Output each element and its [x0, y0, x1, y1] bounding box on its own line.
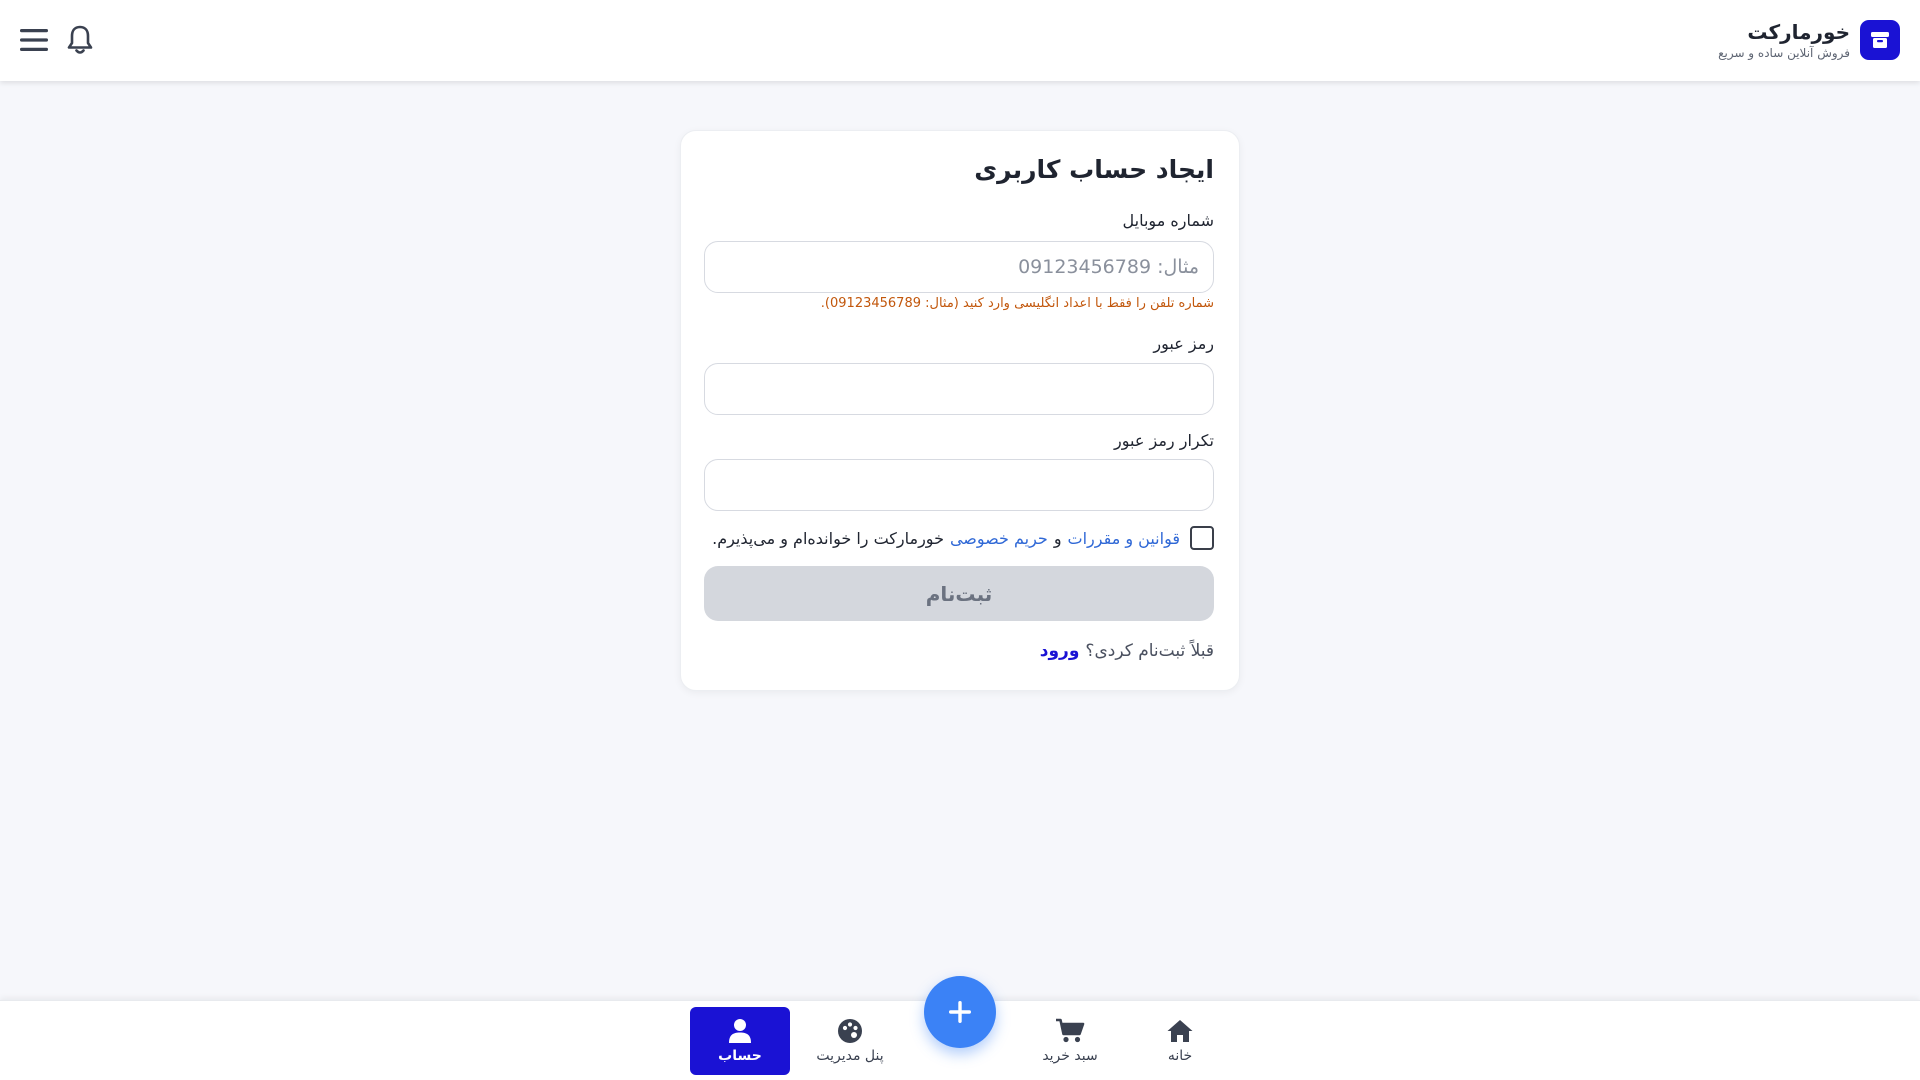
login-prompt-row: قبلاً ثبت‌نام کردی؟ ورود — [1040, 641, 1214, 661]
brand[interactable]: خورمارکت فروش آنلاین ساده و سریع — [1718, 19, 1900, 61]
terms-checkbox[interactable] — [1190, 526, 1214, 550]
top-header: خورمارکت فروش آنلاین ساده و سریع — [0, 0, 1920, 81]
nav-item-admin-panel[interactable]: پنل مدیریت — [800, 1007, 900, 1075]
nav-label-account: حساب — [718, 1048, 762, 1064]
brand-tagline: فروش آنلاین ساده و سریع — [1718, 46, 1850, 60]
user-icon — [729, 1019, 751, 1043]
terms-and-text: و — [1053, 528, 1062, 548]
terms-privacy-link[interactable]: حریم خصوصی — [950, 529, 1048, 548]
nav-label-admin-panel: پنل مدیریت — [816, 1048, 884, 1064]
password-label: رمز عبور — [1153, 334, 1214, 353]
login-prompt-text: قبلاً ثبت‌نام کردی؟ — [1085, 641, 1214, 661]
password-confirm-label: تکرار رمز عبور — [1114, 431, 1214, 450]
cart-icon — [1056, 1018, 1085, 1043]
register-button[interactable]: ثبت‌نام — [704, 566, 1214, 621]
header-actions — [18, 21, 96, 59]
nav-label-cart: سبد خرید — [1042, 1048, 1098, 1064]
add-button[interactable] — [924, 976, 996, 1048]
terms-rules-link[interactable]: قوانین و مقررات — [1068, 529, 1180, 548]
terms-suffix-text: خورمارکت را خوانده‌ام و می‌پذیرم. — [712, 528, 944, 548]
palette-icon — [838, 1019, 862, 1043]
phone-label: شماره موبایل — [1122, 211, 1214, 230]
bell-icon[interactable] — [64, 21, 96, 59]
plus-icon — [949, 1001, 971, 1023]
hamburger-menu-icon[interactable] — [18, 21, 50, 59]
nav-label-home: خانه — [1167, 1048, 1193, 1064]
password-confirm-input[interactable] — [704, 459, 1214, 511]
nav-item-cart[interactable]: سبد خرید — [1020, 1007, 1120, 1075]
register-card: ایجاد حساب کاربری شماره موبایل شماره تلف… — [680, 130, 1240, 691]
login-link[interactable]: ورود — [1040, 641, 1080, 661]
phone-error-message: شماره تلفن را فقط با اعداد انگلیسی وارد … — [820, 296, 1214, 311]
phone-input[interactable] — [704, 241, 1214, 293]
brand-name: خورمارکت — [1747, 20, 1850, 44]
password-input[interactable] — [704, 363, 1214, 415]
terms-row: قوانین و مقررات و حریم خصوصی خورمارکت را… — [712, 526, 1214, 550]
page-title: ایجاد حساب کاربری — [974, 155, 1214, 184]
home-icon — [1167, 1020, 1193, 1042]
nav-item-account[interactable]: حساب — [690, 1007, 790, 1075]
nav-item-home[interactable]: خانه — [1130, 1007, 1230, 1075]
store-icon — [1860, 20, 1900, 60]
